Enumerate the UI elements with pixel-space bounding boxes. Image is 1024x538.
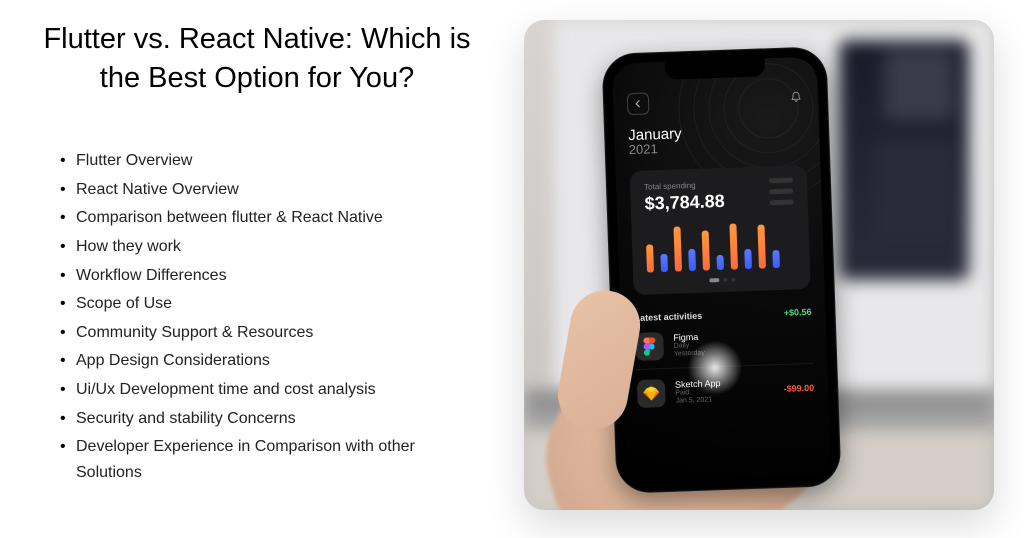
section-title: Latest activities	[634, 311, 702, 323]
phone-mockup: January 2021 Total spending $3,784.88 La…	[601, 46, 841, 494]
chart-bar	[688, 249, 696, 271]
list-item: App Design Considerations	[60, 348, 484, 374]
activity-row[interactable]: Figma Daily Yesterday	[635, 327, 813, 361]
activity-amount: -$99.00	[783, 383, 814, 394]
phone-screen: January 2021 Total spending $3,784.88 La…	[612, 57, 832, 484]
activity-info: Sketch App Paid Jan 5, 2021	[675, 376, 774, 406]
chart-bar	[646, 244, 654, 272]
list-item: Developer Experience in Comparison with …	[60, 434, 484, 485]
activity-meta: Paid Jan 5, 2021	[675, 386, 774, 406]
chart-bar	[673, 226, 682, 271]
list-item: Comparison between flutter & React Nativ…	[60, 205, 484, 231]
divider	[636, 363, 813, 370]
spending-chart	[645, 219, 796, 272]
latest-activities-header: Latest activities +$0.56	[634, 307, 811, 323]
change-amount: +$0.56	[784, 307, 812, 318]
arrow-left-icon	[633, 99, 643, 109]
chart-bar	[757, 224, 766, 268]
sketch-icon	[637, 379, 666, 408]
chart-bar	[716, 255, 724, 270]
pager-dots	[647, 275, 796, 284]
phone-notch	[664, 58, 765, 79]
activity-info: Figma Daily Yesterday	[673, 328, 803, 359]
list-item: Community Support & Resources	[60, 320, 484, 346]
chart-bar	[660, 254, 668, 272]
chart-bar	[729, 223, 738, 269]
chart-bar	[744, 249, 752, 269]
chart-bar	[772, 250, 780, 268]
spending-card: Total spending $3,784.88	[629, 165, 810, 295]
list-item: React Native Overview	[60, 177, 484, 203]
page-title: Flutter vs. React Native: Which is the B…	[30, 20, 484, 98]
topic-list: Flutter Overview React Native Overview C…	[30, 148, 484, 488]
text-column: Flutter vs. React Native: Which is the B…	[30, 20, 494, 518]
back-button[interactable]	[627, 92, 650, 115]
list-item: Scope of Use	[60, 291, 484, 317]
list-item: How they work	[60, 234, 484, 260]
list-item: Ui/Ux Development time and cost analysis	[60, 377, 484, 403]
list-item: Workflow Differences	[60, 263, 484, 289]
list-item: Flutter Overview	[60, 148, 484, 174]
figma-icon	[635, 332, 664, 361]
hero-image: January 2021 Total spending $3,784.88 La…	[524, 20, 994, 510]
chart-bar	[702, 230, 710, 270]
chart-legend	[769, 177, 794, 205]
activity-row[interactable]: Sketch App Paid Jan 5, 2021 -$99.00	[637, 374, 815, 408]
list-item: Security and stability Concerns	[60, 406, 484, 432]
